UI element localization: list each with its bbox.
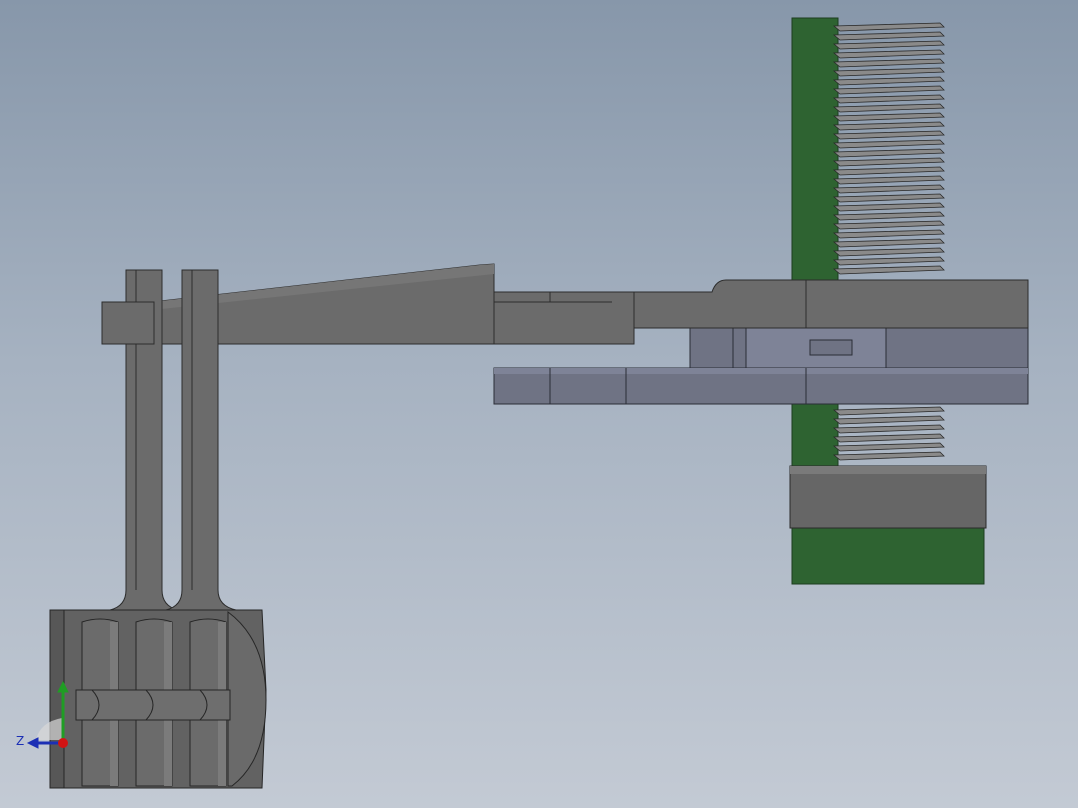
thread-ridge — [832, 85, 945, 95]
clamp-collar-highlight — [790, 466, 986, 474]
thread-ridge — [832, 424, 945, 434]
thread-ridge — [832, 265, 945, 275]
thread-ridge — [832, 184, 945, 194]
thread-ridge — [832, 442, 945, 452]
gripper-housing[interactable] — [49, 609, 267, 789]
thread-ridge — [832, 166, 945, 176]
thread-ridge — [832, 148, 945, 158]
thread-ridge — [832, 112, 945, 122]
thread-ridge — [832, 256, 945, 266]
thread-ridge — [832, 94, 945, 104]
thread-ridge — [832, 433, 945, 443]
thread-ridge — [832, 157, 945, 167]
slider-slot — [809, 339, 853, 356]
green-rail-base — [791, 527, 985, 585]
thread-ridge — [832, 67, 945, 77]
thread-ridge — [832, 415, 945, 425]
thread-ridge — [832, 31, 945, 41]
thread-ridge — [832, 76, 945, 86]
screw-threads-upper — [832, 22, 945, 275]
cad-viewport[interactable]: Z — [0, 0, 1078, 808]
triad-z-arrow — [26, 737, 39, 749]
thread-ridge — [832, 247, 945, 257]
thread-ridge — [832, 238, 945, 248]
thread-ridge — [832, 175, 945, 185]
thread-ridge — [832, 229, 945, 239]
triad-x-axis — [58, 738, 68, 748]
triad-shade — [36, 718, 62, 740]
screw-threads-lower — [832, 406, 945, 461]
thread-ridge — [832, 202, 945, 212]
clamp-collar — [789, 465, 987, 529]
thread-ridge — [832, 49, 945, 59]
thread-ridge — [832, 193, 945, 203]
thread-ridge — [832, 220, 945, 230]
thread-ridge — [832, 451, 945, 461]
thread-ridge — [832, 121, 945, 131]
thread-ridge — [832, 103, 945, 113]
thread-ridge — [832, 211, 945, 221]
thread-ridge — [832, 406, 945, 416]
thread-ridge — [832, 139, 945, 149]
arm-left-end-cap — [101, 301, 155, 345]
thread-ridge — [832, 58, 945, 68]
triad-z-label: Z — [16, 734, 24, 748]
thread-ridge — [832, 40, 945, 50]
thread-ridge — [832, 130, 945, 140]
lower-arm-highlight — [494, 368, 1028, 374]
upper-arm-right — [611, 279, 1029, 329]
upper-arm-link — [493, 291, 635, 345]
thread-ridge — [832, 22, 945, 32]
cad-model-view[interactable]: Z — [0, 0, 1078, 808]
